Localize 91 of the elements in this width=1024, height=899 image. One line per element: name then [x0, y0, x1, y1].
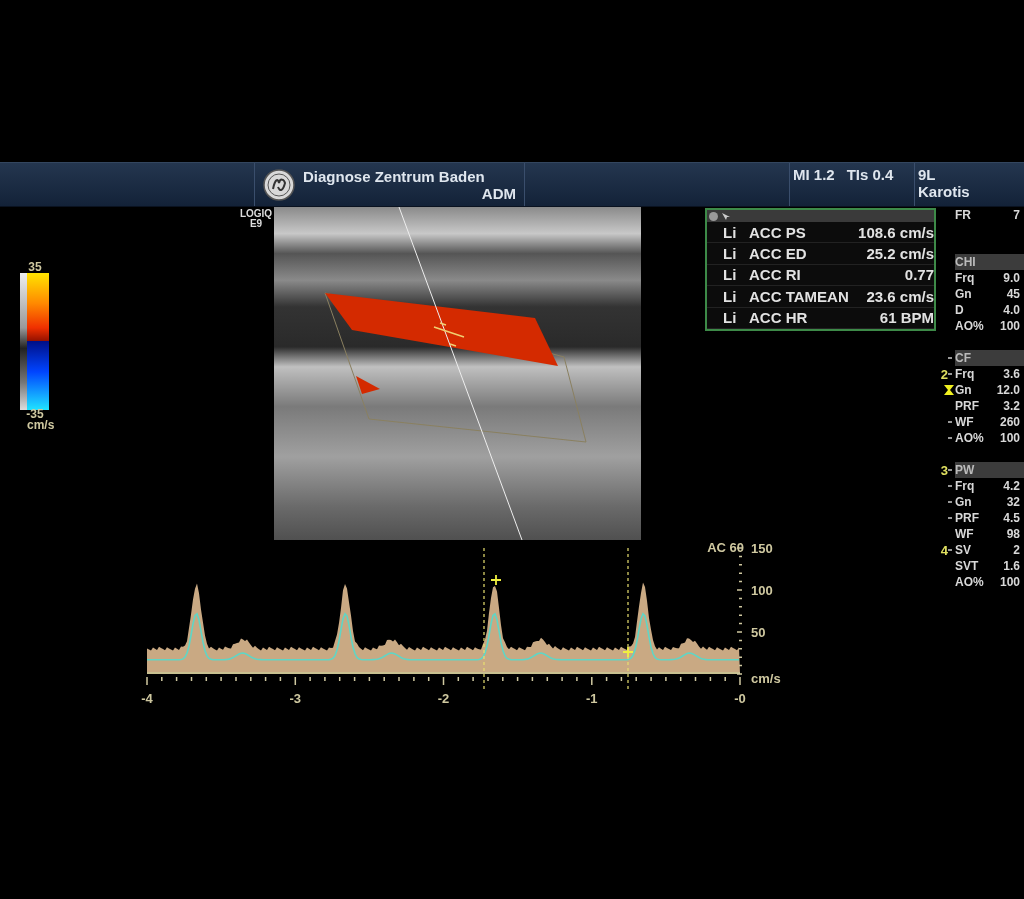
- section-header: CF: [955, 351, 972, 365]
- depth-mark: 2: [940, 367, 948, 381]
- pointer-icon: [721, 211, 731, 221]
- parameter-value: 7: [1013, 208, 1020, 222]
- measurement-side: Li: [723, 266, 738, 284]
- parameter-label: SV: [955, 543, 972, 557]
- depth-mark: 4: [940, 543, 948, 557]
- measurement-value: 23.6 cm/s: [866, 287, 934, 305]
- parameter-value: 2: [1013, 543, 1020, 557]
- system-label: E9: [249, 219, 263, 229]
- probe-name: 9L: [918, 166, 937, 183]
- parameter-label: Gn: [955, 287, 973, 301]
- parameter-label: AO%: [955, 319, 985, 333]
- acoustic-index: MI 1.2: [793, 166, 835, 185]
- time-label: -0: [734, 691, 746, 706]
- velocity-label: 50: [751, 625, 766, 640]
- depth-tick: [948, 357, 952, 359]
- system-label: LOGIQ: [239, 209, 273, 219]
- parameter-label: PRF: [955, 511, 980, 525]
- velocity-label: 100: [751, 583, 773, 598]
- preset-name: Karotis: [918, 183, 971, 200]
- operator-initials: ADM: [481, 184, 516, 202]
- parameter-value: 4.5: [1003, 511, 1020, 525]
- parameter-value: 32: [1006, 495, 1020, 509]
- scale-label: AC 60: [707, 540, 744, 555]
- scale-maximum: 35: [27, 261, 43, 273]
- parameter-value: 45: [1006, 287, 1020, 301]
- dot-icon: [709, 211, 718, 221]
- scale-unit: cm/s: [26, 420, 56, 431]
- parameter-label: Frq: [955, 271, 976, 285]
- parameter-label: PRF: [955, 399, 980, 413]
- parameter-value: 100: [999, 575, 1020, 589]
- parameter-label: Gn: [955, 495, 973, 509]
- time-label: -2: [437, 691, 450, 706]
- parameter-label: WF: [955, 415, 975, 429]
- velocity-label: 150: [751, 541, 773, 556]
- measurement-side: Li: [723, 287, 738, 305]
- depth-tick: [948, 501, 952, 503]
- time-label: -1: [585, 691, 598, 706]
- parameter-value: 3.6: [1003, 367, 1020, 381]
- parameter-value: 98: [1006, 527, 1020, 541]
- focus-marker-icon: [943, 384, 955, 396]
- velocity-unit: cm/s: [751, 671, 781, 686]
- scale-minimum: -35: [25, 408, 44, 420]
- parameter-label: FR: [955, 208, 972, 222]
- parameter-value: 3.2: [1003, 399, 1020, 413]
- depth-mark: 3: [940, 463, 948, 477]
- measurement-name: ACC PS: [749, 223, 806, 241]
- caliper-marker-icon: [490, 574, 502, 586]
- parameter-value: 12.0: [996, 383, 1020, 397]
- measurement-name: ACC RI: [749, 266, 801, 284]
- depth-tick: [948, 549, 952, 551]
- measurement-name: ACC TAMEAN: [749, 287, 849, 305]
- parameter-label: WF: [955, 527, 975, 541]
- clinic-name: Diagnose Zentrum Baden: [303, 167, 486, 185]
- parameter-value: 4.0: [1003, 303, 1020, 317]
- logo-icon: [263, 168, 295, 201]
- time-label: -3: [289, 691, 302, 706]
- measurement-side: Li: [723, 223, 738, 241]
- acoustic-index: TIs 0.4: [846, 166, 894, 185]
- parameter-label: Gn: [955, 383, 973, 397]
- measurement-value: 0.77: [904, 266, 934, 284]
- parameter-label: SVT: [955, 559, 980, 573]
- parameter-value: 9.0: [1003, 271, 1020, 285]
- parameter-label: AO%: [955, 431, 985, 445]
- parameter-value: 100: [999, 431, 1020, 445]
- parameter-value: 4.2: [1003, 479, 1020, 493]
- depth-tick: [948, 373, 952, 375]
- depth-tick: [948, 437, 952, 439]
- measurement-value: 108.6 cm/s: [858, 223, 934, 241]
- parameter-label: D: [955, 303, 965, 317]
- depth-tick: [948, 517, 952, 519]
- section-header: CHI: [955, 255, 977, 269]
- caliper-marker-icon: [622, 646, 634, 658]
- measurement-side: Li: [723, 245, 738, 263]
- parameter-label: AO%: [955, 575, 985, 589]
- measurement-side: Li: [723, 309, 738, 327]
- depth-tick: [948, 485, 952, 487]
- parameter-value: 1.6: [1003, 559, 1020, 573]
- parameter-value: 100: [999, 319, 1020, 333]
- parameter-value: 260: [999, 415, 1020, 429]
- section-header: PW: [955, 463, 976, 477]
- time-label: -4: [141, 691, 153, 706]
- parameter-label: Frq: [955, 479, 976, 493]
- measurement-value: 61 BPM: [879, 309, 934, 327]
- depth-tick: [948, 421, 952, 423]
- measurement-name: ACC HR: [749, 309, 808, 327]
- parameter-label: Frq: [955, 367, 976, 381]
- depth-tick: [948, 469, 952, 471]
- measurement-name: ACC ED: [749, 245, 807, 263]
- measurement-value: 25.2 cm/s: [866, 245, 934, 263]
